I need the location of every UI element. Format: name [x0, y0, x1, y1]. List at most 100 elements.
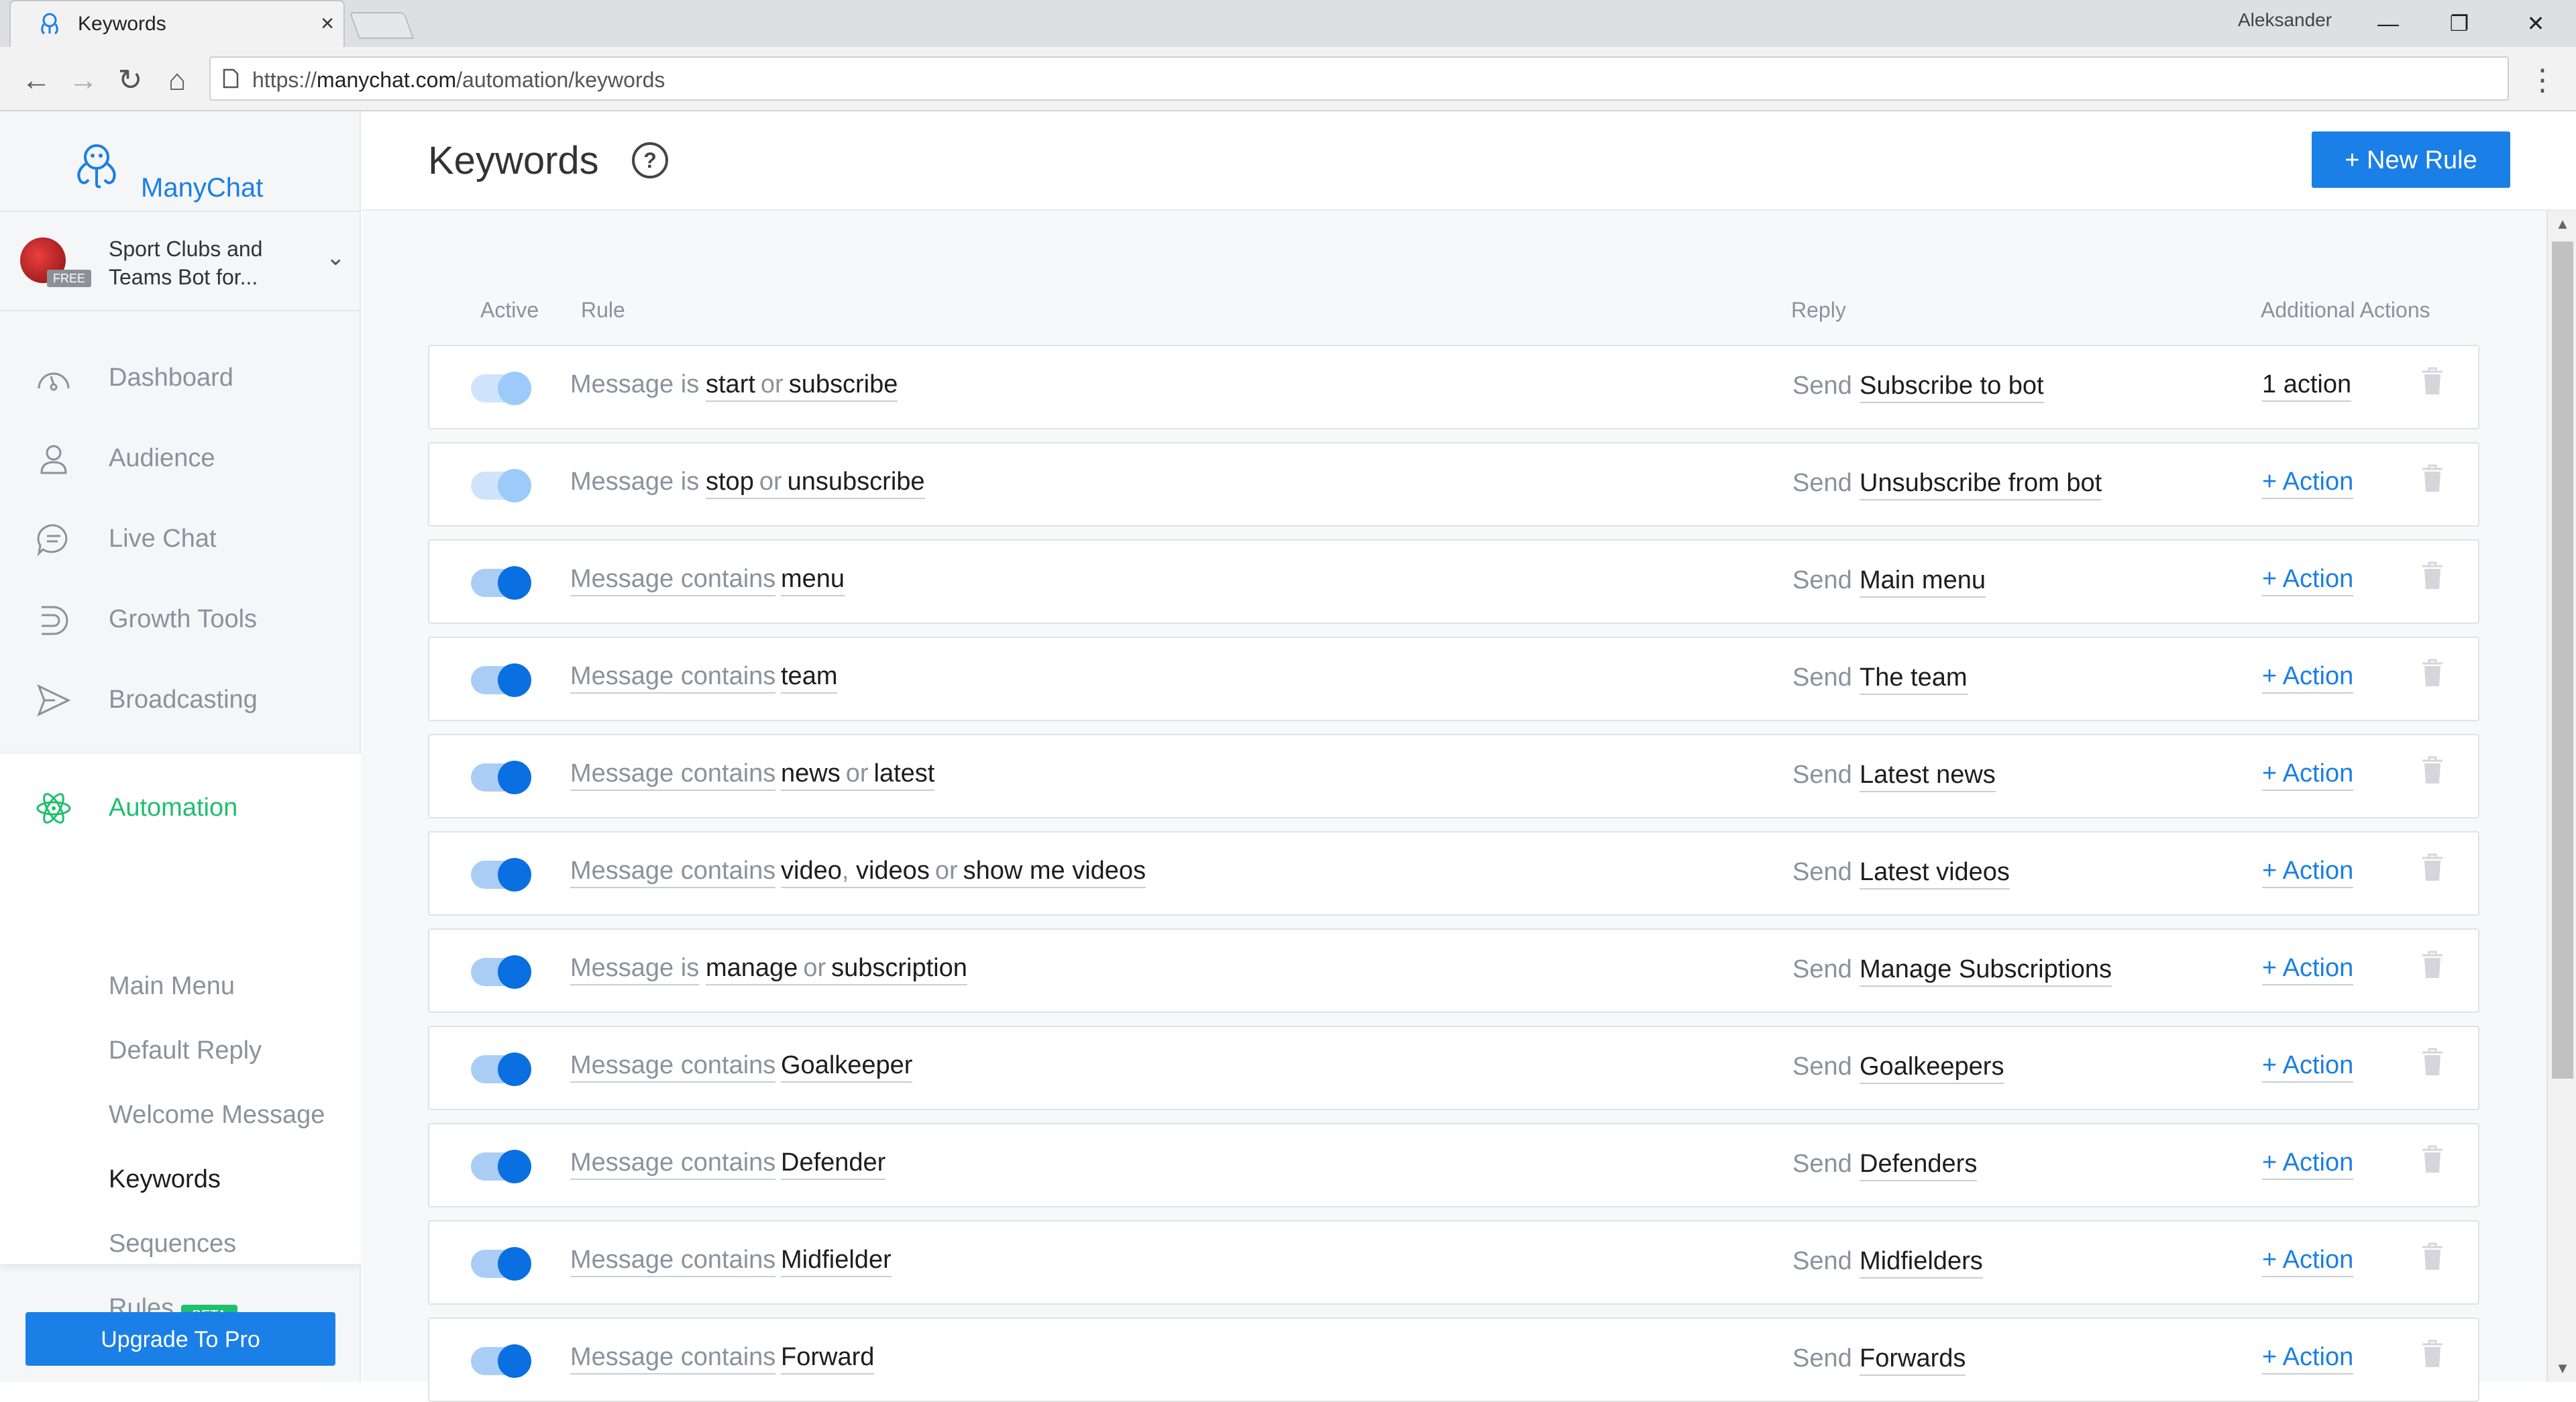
add-action-button[interactable]: + Action	[2262, 1343, 2354, 1374]
help-icon[interactable]: ?	[632, 142, 668, 178]
rule-row[interactable]: Message contains Defender Send Defenders + A…	[428, 1123, 2479, 1207]
reload-icon[interactable]: ↻	[110, 60, 150, 101]
trash-icon[interactable]	[2420, 464, 2445, 493]
add-action-button[interactable]: + Action	[2262, 565, 2354, 596]
sidebar-subitem-default-reply[interactable]: Default Reply	[109, 1036, 262, 1065]
rule-row[interactable]: Message contains news or latest Send Latest n…	[428, 734, 2479, 818]
active-toggle[interactable]	[471, 1344, 531, 1378]
active-toggle[interactable]	[471, 1053, 531, 1086]
rule-keywords[interactable]: manage or subscription	[706, 954, 967, 985]
trash-icon[interactable]	[2420, 1144, 2445, 1174]
vertical-scrollbar[interactable]: ▲ ▼	[2546, 211, 2576, 1382]
reply-link[interactable]: Latest news	[1860, 761, 1996, 792]
sidebar-item-audience[interactable]: Audience	[0, 427, 361, 488]
rule-condition[interactable]: Message is	[570, 468, 699, 496]
rule-keywords[interactable]: Forward	[781, 1343, 875, 1374]
rule-keywords[interactable]: stop or unsubscribe	[706, 468, 925, 499]
trash-icon[interactable]	[2420, 658, 2445, 688]
sidebar-subitem-keywords[interactable]: Keywords	[109, 1165, 221, 1194]
reply-link[interactable]: Defenders	[1860, 1150, 1978, 1181]
active-toggle[interactable]	[471, 955, 531, 989]
rule-keywords[interactable]: video, videos or show me videos	[781, 857, 1146, 888]
add-action-button[interactable]: + Action	[2262, 662, 2354, 694]
window-close-icon[interactable]: ✕	[2516, 7, 2556, 40]
rule-condition[interactable]: Message is	[570, 954, 700, 985]
page-name[interactable]: Sport Clubs and Teams Bot for...	[109, 235, 310, 291]
rule-row[interactable]: Message is stop or unsubscribe Send Unsubscri…	[428, 442, 2479, 527]
add-action-button[interactable]: 1 action	[2262, 370, 2352, 402]
rule-condition[interactable]: Message contains	[570, 565, 776, 596]
rule-condition[interactable]: Message contains	[570, 1343, 776, 1374]
rule-keywords[interactable]: start or subscribe	[706, 370, 898, 402]
rule-row[interactable]: Message contains Midfielder Send Midfielder…	[428, 1220, 2479, 1305]
add-action-button[interactable]: + Action	[2262, 857, 2354, 888]
scroll-thumb[interactable]	[2552, 241, 2573, 1079]
active-toggle[interactable]	[471, 1150, 531, 1183]
restore-icon[interactable]: ❐	[2439, 7, 2479, 40]
reply-link[interactable]: Forwards	[1860, 1344, 1966, 1376]
address-bar-input[interactable]: https://manychat.com/automation/keywords	[209, 56, 2509, 101]
trash-icon[interactable]	[2420, 853, 2445, 882]
rule-condition[interactable]: Message contains	[570, 1148, 776, 1180]
scroll-up-icon[interactable]: ▲	[2548, 211, 2576, 237]
sidebar-subitem-main-menu[interactable]: Main Menu	[109, 972, 235, 1001]
reply-link[interactable]: Main menu	[1860, 566, 1986, 598]
rule-keywords[interactable]: Midfielder	[781, 1246, 892, 1277]
rule-row[interactable]: Message contains menu Send Main menu + Actio…	[428, 539, 2479, 624]
forward-icon[interactable]: →	[63, 60, 103, 101]
trash-icon[interactable]	[2420, 1339, 2445, 1368]
sidebar-item-growth-tools[interactable]: Growth Tools	[0, 588, 361, 649]
sidebar-subitem-welcome-message[interactable]: Welcome Message	[109, 1101, 325, 1130]
sidebar-item-live-chat[interactable]: Live Chat	[0, 508, 361, 568]
rule-row[interactable]: Message is start or subscribe Send Subscribe …	[428, 345, 2479, 429]
rule-row[interactable]: Message contains Forward Send Forwards + Act…	[428, 1317, 2479, 1402]
back-icon[interactable]: ←	[16, 60, 56, 101]
sidebar-item-broadcasting[interactable]: Broadcasting	[0, 669, 361, 729]
rule-row[interactable]: Message contains Goalkeeper Send Goalkeeper…	[428, 1026, 2479, 1110]
reply-link[interactable]: Latest videos	[1860, 858, 2010, 889]
sidebar-item-dashboard[interactable]: Dashboard	[0, 347, 361, 407]
rule-keywords[interactable]: Goalkeeper	[781, 1051, 913, 1083]
active-toggle[interactable]	[471, 469, 531, 502]
reply-link[interactable]: Manage Subscriptions	[1860, 955, 2112, 987]
add-action-button[interactable]: + Action	[2262, 759, 2354, 791]
active-toggle[interactable]	[471, 663, 531, 697]
rule-row[interactable]: Message contains video, videos or show me v…	[428, 831, 2479, 916]
page-info-icon[interactable]	[223, 68, 239, 89]
chevron-down-icon[interactable]: ⌄	[326, 244, 345, 271]
browser-tab[interactable]: Keywords ×	[9, 0, 345, 47]
sidebar-item-automation[interactable]: Automation	[0, 777, 361, 837]
reply-link[interactable]: Unsubscribe from bot	[1860, 469, 2102, 500]
active-toggle[interactable]	[471, 761, 531, 794]
reply-link[interactable]: Goalkeepers	[1860, 1053, 2004, 1084]
tab-close-icon[interactable]: ×	[314, 8, 341, 39]
trash-icon[interactable]	[2420, 1242, 2445, 1271]
browser-user-name[interactable]: Aleksander	[2238, 9, 2332, 31]
active-toggle[interactable]	[471, 372, 531, 405]
rule-keywords[interactable]: team	[781, 662, 838, 694]
sidebar-subitem-sequences[interactable]: Sequences	[109, 1230, 236, 1258]
new-tab-button[interactable]	[349, 12, 415, 39]
browser-menu-icon[interactable]: ⋮	[2528, 60, 2557, 101]
active-toggle[interactable]	[471, 858, 531, 892]
rule-row[interactable]: Message is manage or subscription Send Manage…	[428, 928, 2479, 1013]
rule-keywords[interactable]: Defender	[781, 1148, 886, 1180]
active-toggle[interactable]	[471, 1247, 531, 1281]
add-action-button[interactable]: + Action	[2262, 1246, 2354, 1277]
trash-icon[interactable]	[2420, 1047, 2445, 1077]
add-action-button[interactable]: + Action	[2262, 1148, 2354, 1180]
reply-link[interactable]: Midfielders	[1860, 1247, 1983, 1279]
add-action-button[interactable]: + Action	[2262, 954, 2354, 985]
new-rule-button[interactable]: + New Rule	[2312, 131, 2510, 188]
trash-icon[interactable]	[2420, 755, 2445, 785]
rule-condition[interactable]: Message is	[570, 370, 699, 399]
home-icon[interactable]: ⌂	[157, 60, 197, 101]
reply-link[interactable]: Subscribe to bot	[1860, 372, 2044, 403]
add-action-button[interactable]: + Action	[2262, 1051, 2354, 1083]
trash-icon[interactable]	[2420, 561, 2445, 590]
reply-link[interactable]: The team	[1860, 663, 1968, 695]
scroll-down-icon[interactable]: ▼	[2548, 1355, 2576, 1382]
rule-keywords[interactable]: news or latest	[781, 759, 935, 791]
minimize-icon[interactable]: —	[2368, 7, 2408, 40]
upgrade-to-pro-button[interactable]: Upgrade To Pro	[25, 1312, 335, 1366]
